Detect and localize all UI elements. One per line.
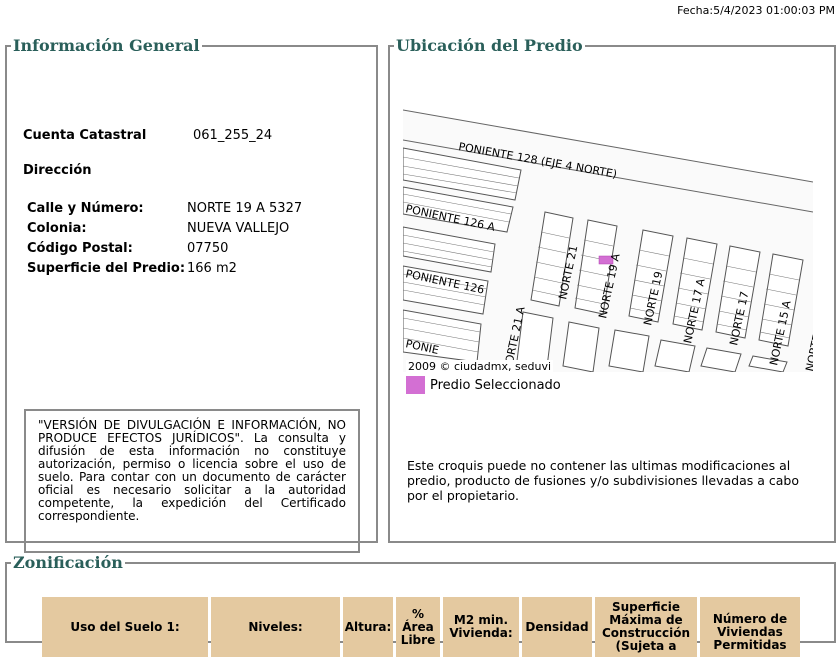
disclaimer-box: "VERSIÓN DE DIVULGACIÓN E INFORMACIÓN, N… xyxy=(24,409,360,553)
codigo-postal-label: Código Postal: xyxy=(27,241,133,256)
column-header: M2 min. Vivienda: xyxy=(443,597,519,657)
colonia-label: Colonia: xyxy=(27,221,87,236)
zonificacion-legend: Zonificación xyxy=(13,553,123,572)
column-header: Superficie Máxima de Construcción (Sujet… xyxy=(595,597,697,657)
cuenta-catastral-value: 061_255_24 xyxy=(193,128,273,143)
column-header: % Área Libre xyxy=(396,597,440,657)
informacion-general-panel: Información General Cuenta Catastral 061… xyxy=(5,36,378,553)
calle-value: NORTE 19 A 5327 xyxy=(187,201,303,216)
predio-legend-label: Predio Seleccionado xyxy=(430,378,561,393)
calle-label: Calle y Número: xyxy=(27,201,144,216)
map-copyright: 2009 © ciudadmx, seduvi xyxy=(406,360,554,373)
codigo-postal-value: 07750 xyxy=(187,241,229,256)
location-map: PONIENTE 128 (EJE 4 NORTE) PONIENTE 126 … xyxy=(403,82,813,372)
ubicacion-predio-panel: Ubicación del Predio PONIENTE 128 (EJE 4… xyxy=(388,36,836,543)
superficie-label: Superficie del Predio: xyxy=(27,261,186,276)
column-header: Niveles: xyxy=(211,597,340,657)
column-header: Uso del Suelo 1: xyxy=(42,597,208,657)
fecha-timestamp: Fecha:5/4/2023 01:00:03 PM xyxy=(677,4,835,17)
informacion-general-legend: Información General xyxy=(13,36,200,55)
superficie-value: 166 m2 xyxy=(187,261,237,276)
predio-legend-swatch xyxy=(406,376,425,394)
column-header: Densidad xyxy=(522,597,592,657)
ubicacion-predio-legend: Ubicación del Predio xyxy=(396,36,583,55)
column-header: Altura: xyxy=(343,597,393,657)
column-header: Número de Viviendas Permitidas xyxy=(700,597,800,657)
colonia-value: NUEVA VALLEJO xyxy=(187,221,290,236)
map-drawing: PONIENTE 128 (EJE 4 NORTE) PONIENTE 126 … xyxy=(403,82,813,372)
croquis-note: Este croquis puede no contener las ultim… xyxy=(407,458,799,503)
direccion-label: Dirección xyxy=(23,163,92,178)
cuenta-catastral-label: Cuenta Catastral xyxy=(23,128,147,143)
